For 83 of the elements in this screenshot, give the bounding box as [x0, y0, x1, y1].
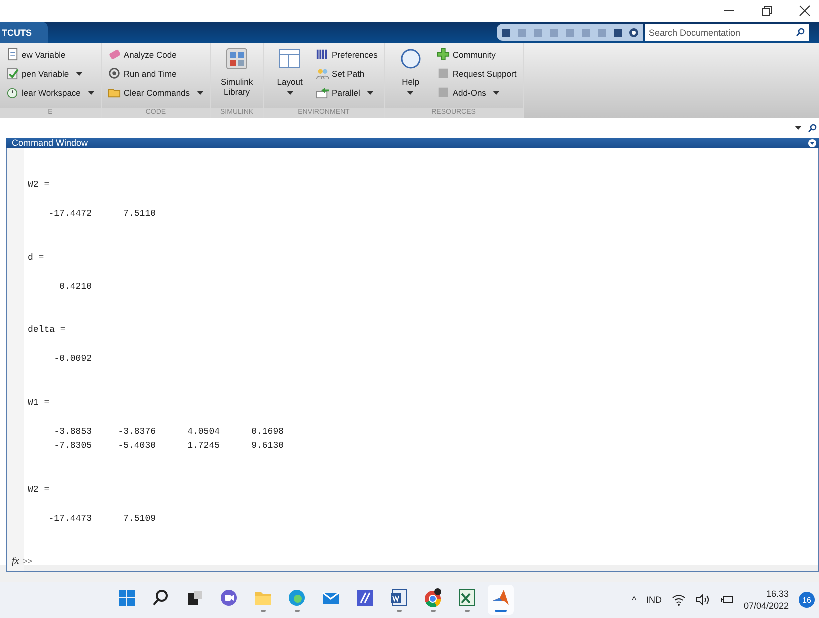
- output-value: 7.5110: [122, 208, 156, 221]
- ribbon-button[interactable]: Request Support: [436, 66, 517, 81]
- variable-name: W2 =: [28, 484, 50, 496]
- search-icon[interactable]: [808, 124, 817, 132]
- word-icon: [389, 588, 409, 608]
- browser-icon: [287, 588, 307, 608]
- output-value: -17.4473: [48, 512, 92, 526]
- search-icon: [796, 28, 805, 37]
- peak-logo-icon: [491, 588, 511, 608]
- people-icon: [316, 67, 330, 80]
- ribbon-button[interactable]: Layout: [270, 47, 310, 108]
- chrome-icon: [423, 588, 443, 608]
- ribbon-button[interactable]: Analyze Code: [108, 47, 204, 62]
- command-prompt[interactable]: >>: [23, 554, 33, 570]
- output-value: -7.8305: [53, 440, 92, 453]
- spreadsheet-icon: [457, 588, 477, 608]
- start-icon: [117, 588, 137, 608]
- output-value: 0.4210: [58, 280, 92, 294]
- output-value: -5.4030: [117, 440, 156, 453]
- variable-name: W1 =: [28, 396, 50, 410]
- document-icon: [6, 48, 19, 61]
- envelope-arrow-icon: [316, 86, 330, 99]
- caret-icon: [286, 91, 294, 95]
- search-field[interactable]: Search Documentation: [645, 24, 809, 41]
- output-value: 0.1698: [250, 426, 284, 438]
- panel-title: Command Window: [12, 138, 88, 148]
- output-value: 9.6130: [250, 440, 284, 453]
- caret-icon: [493, 90, 500, 94]
- restore-icon[interactable]: [761, 5, 773, 17]
- bars-icon: [316, 48, 330, 61]
- ribbon-button[interactable]: Preferences: [316, 47, 378, 62]
- variable-name: delta =: [28, 324, 66, 337]
- caret-icon: [407, 91, 414, 95]
- output-value: -3.8376: [117, 426, 156, 438]
- square-icon: [436, 86, 450, 99]
- output-value: 7.5109: [122, 512, 156, 526]
- ribbon-button[interactable]: Clear Commands: [108, 85, 204, 100]
- ribbon-button[interactable]: Run and Time: [108, 66, 204, 81]
- time-text: 16.33: [766, 588, 789, 600]
- stopwatch-icon: [6, 86, 19, 99]
- ribbon-button[interactable]: Add-Ons: [436, 85, 517, 100]
- function-icon[interactable]: fx: [12, 554, 20, 570]
- clock[interactable]: 16.33 07/04/2022: [744, 588, 789, 612]
- speaker-icon[interactable]: [696, 594, 710, 606]
- battery-icon[interactable]: [720, 594, 734, 606]
- output-value: 4.0504: [186, 426, 220, 438]
- caret-icon: [795, 126, 802, 130]
- ribbon-button[interactable]: ew Variable: [6, 47, 95, 62]
- variable-name: W2 =: [28, 179, 50, 192]
- ribbon-button[interactable]: Community: [436, 47, 517, 62]
- wifi-icon[interactable]: [672, 594, 686, 606]
- variable-name: d =: [28, 252, 44, 264]
- output-value: 1.7245: [186, 440, 220, 453]
- plus-icon: [436, 48, 450, 61]
- caret-icon: [88, 90, 95, 94]
- ribbon-button[interactable]: Parallel: [316, 85, 378, 100]
- caret-icon: [197, 90, 204, 94]
- ribbon-button[interactable]: Simulink Library: [217, 47, 258, 108]
- output-value: -3.8853: [53, 426, 92, 438]
- language-indicator[interactable]: IND: [646, 595, 662, 605]
- ribbon-button[interactable]: Help: [390, 47, 431, 108]
- panel-menu-icon[interactable]: [808, 138, 817, 148]
- layout-icon: [278, 47, 302, 71]
- ribbon-tab[interactable]: TCUTS: [0, 22, 48, 43]
- grid-blocks-icon: [225, 47, 250, 71]
- tray-arrow[interactable]: ^: [632, 595, 636, 605]
- ribbon-button[interactable]: pen Variable: [6, 66, 95, 81]
- close-icon[interactable]: [799, 5, 811, 17]
- square-icon: [436, 67, 450, 80]
- search-icon: [151, 588, 171, 608]
- chat-icon: [219, 588, 239, 608]
- output-value: -17.4472: [48, 208, 92, 221]
- date-text: 07/04/2022: [744, 600, 789, 612]
- caret-icon: [76, 72, 84, 76]
- ribbon-button[interactable]: Set Path: [316, 66, 378, 81]
- checkmark-document-icon: [6, 67, 19, 80]
- caret-icon: [367, 90, 374, 94]
- notification-badge[interactable]: 16: [799, 592, 815, 608]
- slash-app-icon: [355, 588, 375, 608]
- gear-icon: [108, 67, 121, 80]
- output-value: -0.0092: [53, 353, 92, 366]
- task-view-icon: [185, 588, 205, 608]
- ribbon-button[interactable]: lear Workspace: [6, 85, 95, 100]
